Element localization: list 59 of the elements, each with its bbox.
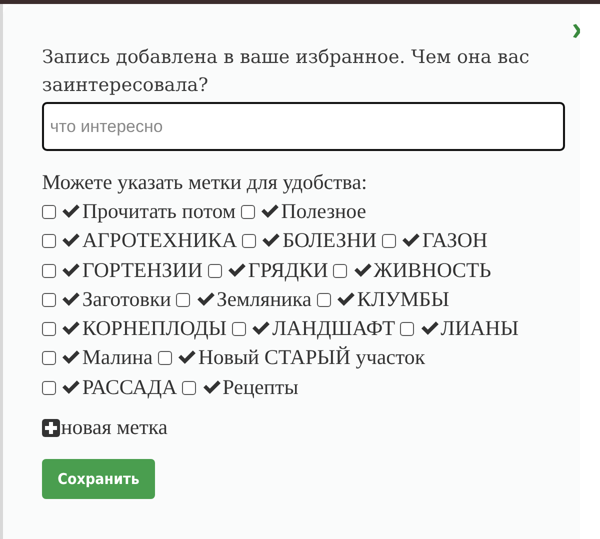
checkbox[interactable] bbox=[42, 264, 56, 278]
checkbox[interactable] bbox=[240, 205, 255, 219]
check-icon bbox=[251, 321, 272, 336]
tag-label: БОЛЕЗНИ bbox=[282, 228, 377, 252]
checkbox[interactable] bbox=[42, 351, 56, 366]
checkbox[interactable] bbox=[232, 322, 246, 336]
tag-label: ЛАНДШАФТ bbox=[272, 316, 396, 340]
checkbox[interactable] bbox=[400, 322, 414, 336]
checkbox[interactable] bbox=[316, 292, 331, 307]
checkbox[interactable] bbox=[242, 234, 256, 248]
tag-label: ЛИАНЫ bbox=[440, 316, 519, 340]
check-icon bbox=[260, 204, 280, 219]
check-icon bbox=[401, 233, 422, 248]
tags-label: Можете указать метки для удобства: bbox=[42, 169, 368, 196]
tag-label: Рецепты bbox=[222, 374, 298, 399]
checkbox[interactable] bbox=[176, 292, 190, 307]
check-icon bbox=[352, 262, 373, 278]
checkbox[interactable] bbox=[182, 380, 196, 395]
check-icon bbox=[177, 350, 198, 366]
message-text: Запись добавлена в ваше избранное. Чем она вас заинтересовала? bbox=[42, 46, 530, 98]
check-icon bbox=[336, 292, 356, 307]
check-icon bbox=[227, 262, 248, 278]
check-icon bbox=[61, 233, 82, 248]
check-icon bbox=[61, 204, 82, 219]
plus-icon[interactable] bbox=[42, 418, 60, 437]
tag-label: ГОРТЕНЗИИ bbox=[82, 258, 203, 282]
tag-label: Новый СТАРЫЙ участок bbox=[198, 345, 426, 370]
checkbox[interactable] bbox=[333, 264, 348, 278]
checkbox[interactable] bbox=[42, 234, 56, 248]
tag-label: ГРЯДКИ bbox=[248, 258, 328, 282]
tag-label: КОРНЕПЛОДЫ bbox=[82, 316, 227, 340]
tag-label: КЛУМБЫ bbox=[357, 286, 450, 311]
tag-label: Земляника bbox=[216, 286, 312, 311]
check-icon bbox=[420, 321, 440, 336]
check-icon bbox=[61, 292, 82, 307]
check-icon bbox=[261, 233, 282, 248]
checkbox[interactable] bbox=[42, 322, 56, 336]
tag-label: Малина bbox=[82, 345, 153, 370]
checkbox[interactable] bbox=[208, 264, 222, 278]
tag-label: Заготовки bbox=[82, 286, 172, 311]
comment-field[interactable]: что интересно bbox=[42, 102, 565, 151]
check-icon bbox=[202, 380, 222, 395]
check-icon bbox=[61, 321, 82, 336]
checkbox[interactable] bbox=[158, 351, 172, 366]
checkbox[interactable] bbox=[42, 292, 56, 307]
checkbox[interactable] bbox=[42, 380, 56, 395]
tag-label: ЖИВНОСТЬ bbox=[374, 258, 492, 282]
tag-label: АГРОТЕХНИКА bbox=[82, 228, 237, 252]
check-icon bbox=[61, 380, 82, 395]
tag-label: ГАЗОН bbox=[422, 228, 488, 252]
checkbox[interactable] bbox=[42, 205, 56, 219]
checkbox[interactable] bbox=[382, 234, 396, 248]
new-tag-link[interactable]: новая метка bbox=[61, 415, 168, 440]
tag-label: РАССАДА bbox=[82, 374, 177, 399]
tag-label: Прочитать потом bbox=[82, 199, 236, 223]
check-icon bbox=[61, 262, 82, 278]
check-icon bbox=[61, 350, 82, 366]
check-icon bbox=[196, 292, 216, 307]
tag-label: Полезное bbox=[281, 199, 366, 223]
